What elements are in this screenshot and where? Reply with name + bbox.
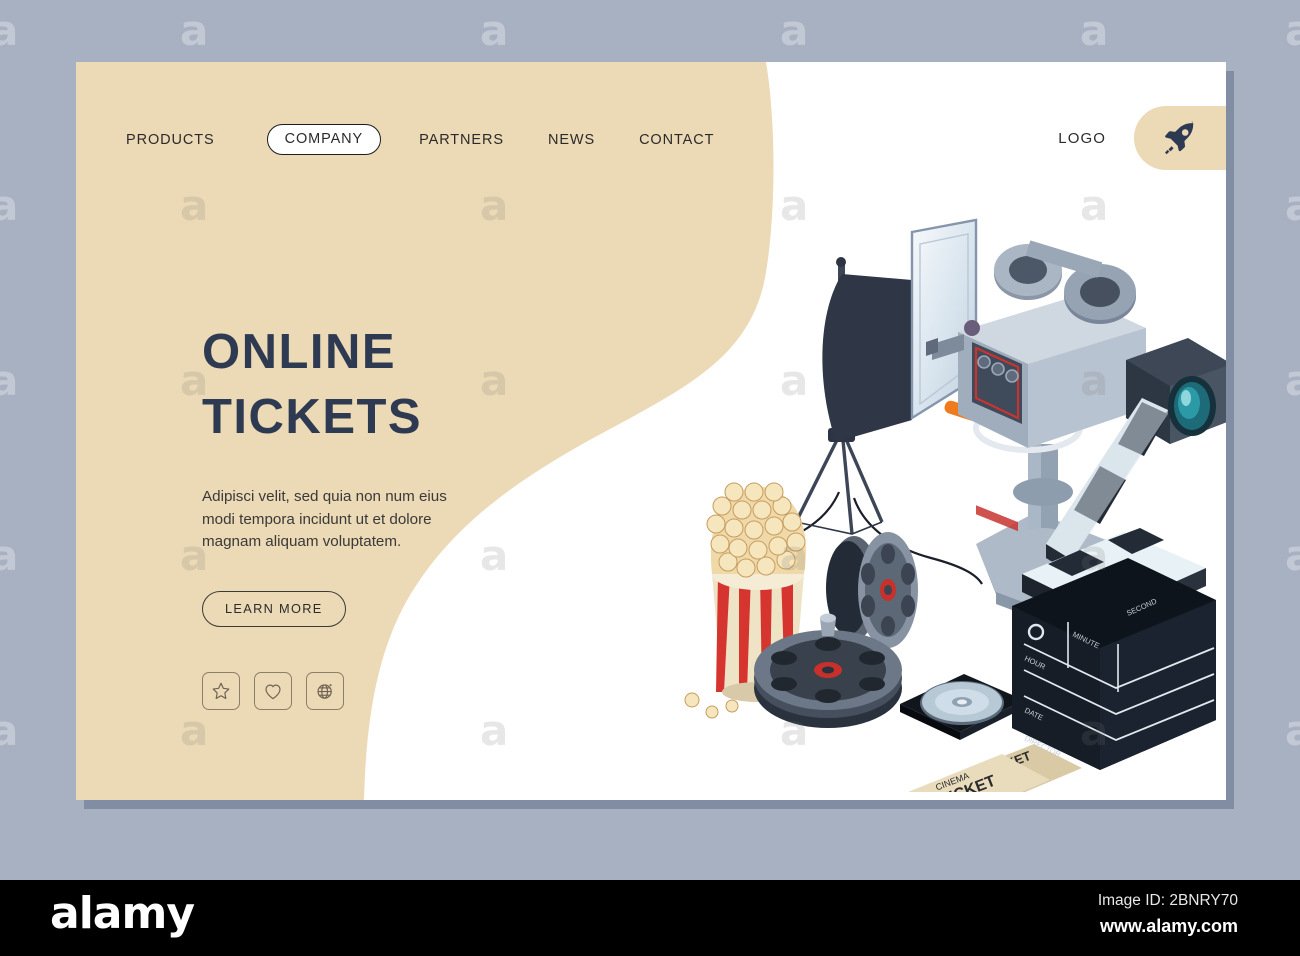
hero-section: ONLINE TICKETS Adipisci velit, sed quia … [202,320,532,711]
logo-badge[interactable] [1134,106,1226,170]
heart-icon-button[interactable] [254,672,292,711]
watermark-letter: a [180,6,209,55]
globe-icon [317,684,332,700]
logo-label: LOGO [1058,129,1106,147]
image-id-label: Image ID: 2BNRY70 [1097,892,1238,909]
screenshot-stage: PRODUCTS COMPANY PARTNERS NEWS CONTACT L… [0,0,1300,956]
nav-item-company[interactable]: COMPANY [266,124,382,155]
main-navigation: PRODUCTS COMPANY PARTNERS NEWS CONTACT [126,124,758,155]
page-title: ONLINE TICKETS [202,320,532,449]
watermark-letter: a [1285,706,1300,755]
logo-area[interactable]: LOGO [1058,106,1226,170]
watermark-letter: a [0,531,19,580]
rocket-icon [1165,121,1194,155]
hero-paragraph: Adipisci velit, sed quia non num eius mo… [202,488,447,551]
watermark-letter: a [1285,6,1300,55]
page-title-line2: TICKETS [202,389,423,444]
alamy-brand: alamy [50,888,195,939]
social-icon-row [202,672,532,711]
nav-item-products[interactable]: PRODUCTS [126,132,215,148]
page-title-line1: ONLINE [202,325,397,379]
star-icon [212,683,230,700]
watermark-letter: a [0,356,19,405]
watermark-letter: a [1285,181,1300,230]
star-icon-button[interactable] [202,672,240,711]
learn-more-button[interactable]: LEARN MORE [202,591,346,628]
globe-icon-button[interactable] [306,672,344,711]
cinema-equipment-illustration: TICKET CINEMA TICKET [684,218,1226,792]
cd-case [900,674,1024,740]
nav-item-news[interactable]: NEWS [548,132,595,148]
landing-page-card: PRODUCTS COMPANY PARTNERS NEWS CONTACT L… [76,62,1226,800]
heart-icon [265,684,281,700]
alamy-url: www.alamy.com [1099,916,1238,936]
watermark-letter: a [480,6,509,55]
watermark-letter: a [780,6,809,55]
nav-item-partners[interactable]: PARTNERS [419,132,504,148]
alamy-footer-bar: alamy Image ID: 2BNRY70 www.alamy.com [0,880,1300,956]
watermark-letter: a [0,6,19,55]
watermark-letter: a [1285,356,1300,405]
watermark-letter: a [1080,6,1109,55]
watermark-letter: a [0,706,19,755]
card-content: PRODUCTS COMPANY PARTNERS NEWS CONTACT L… [76,62,1226,800]
watermark-letter: a [1285,531,1300,580]
watermark-letter: a [0,181,19,230]
nav-item-contact[interactable]: CONTACT [639,132,714,148]
